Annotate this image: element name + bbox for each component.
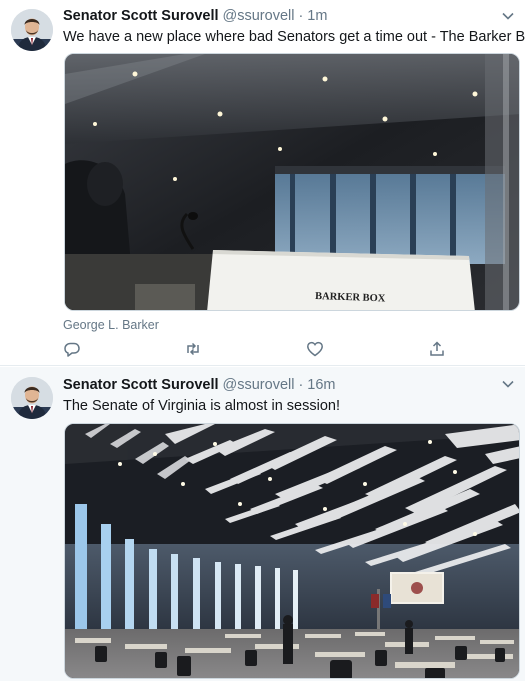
author-handle[interactable]: @ssurovell: [223, 8, 295, 24]
tweet-text: The Senate of Virginia is almost in sess…: [63, 398, 340, 414]
separator: ·: [298, 8, 304, 24]
tweet-header: Senator Scott Surovell @ssurovell · 1m: [63, 8, 501, 28]
tweet-header: Senator Scott Surovell @ssurovell · 16m: [63, 377, 501, 397]
reply-icon[interactable]: [63, 340, 81, 358]
retweet-icon[interactable]: [184, 340, 202, 358]
tweet-actions: [63, 340, 446, 360]
share-icon[interactable]: [428, 340, 446, 358]
tweet-photo[interactable]: BARKER BOX: [64, 53, 520, 311]
author-name[interactable]: Senator Scott Surovell: [63, 377, 219, 393]
author-name[interactable]: Senator Scott Surovell: [63, 8, 219, 24]
avatar[interactable]: [11, 377, 53, 419]
chevron-down-icon[interactable]: [501, 9, 515, 23]
author-handle[interactable]: @ssurovell: [223, 377, 295, 393]
timestamp[interactable]: 1m: [307, 8, 327, 24]
tweet[interactable]: Senator Scott Surovell @ssurovell · 16m …: [0, 367, 525, 681]
tweet-photo[interactable]: [64, 423, 520, 679]
photo-credit[interactable]: George L. Barker: [63, 318, 159, 332]
separator: ·: [298, 377, 304, 393]
chevron-down-icon[interactable]: [501, 377, 515, 391]
tweet[interactable]: Senator Scott Surovell @ssurovell · 1m W…: [0, 0, 525, 366]
avatar[interactable]: [11, 9, 53, 51]
heart-icon[interactable]: [306, 340, 324, 358]
timestamp[interactable]: 16m: [307, 377, 335, 393]
tweet-text: We have a new place where bad Senators g…: [63, 29, 525, 45]
